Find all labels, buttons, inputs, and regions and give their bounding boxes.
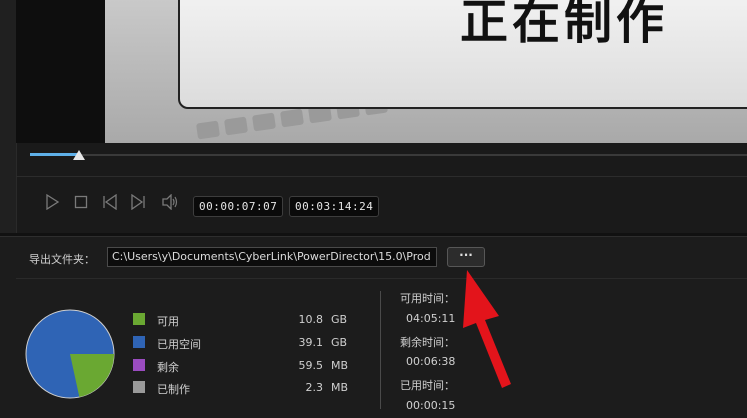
next-frame-icon[interactable]	[128, 193, 148, 214]
film-hole	[195, 120, 221, 140]
divider	[16, 176, 747, 177]
red-arrow-annotation	[463, 270, 511, 388]
preview-letterbox	[16, 0, 105, 143]
legend-value-used: 39.1	[298, 336, 324, 349]
legend-swatch-produced	[133, 381, 145, 393]
elapsed-time-label: 已用时间：	[400, 379, 455, 392]
divider	[16, 278, 747, 279]
timeline-scrubber[interactable]	[30, 154, 747, 156]
scrubber-handle[interactable]	[73, 150, 85, 160]
available-time-label: 可用时间：	[400, 292, 455, 305]
film-hole	[223, 116, 249, 136]
left-edge-strip	[0, 0, 17, 233]
export-folder-label: 导出文件夹：	[29, 253, 95, 266]
legend-label-used: 已用空间	[157, 338, 201, 351]
legend-unit-remaining: MB	[331, 359, 349, 372]
legend-swatch-used	[133, 336, 145, 348]
remaining-time-label: 剩余时间：	[400, 336, 455, 349]
film-hole	[251, 112, 277, 132]
total-time-display: 00:03:14:24	[289, 196, 380, 217]
legend-value-produced: 2.3	[305, 381, 324, 394]
legend-label-available: 可用	[157, 315, 179, 328]
video-preview: 正在制作	[105, 0, 747, 143]
legend-unit-used: GB	[331, 336, 348, 349]
elapsed-time-value: 00:00:15	[406, 399, 456, 412]
legend-label-remaining: 剩余	[157, 361, 179, 374]
stop-icon[interactable]	[71, 194, 91, 214]
film-hole	[279, 108, 305, 128]
previous-frame-icon[interactable]	[100, 193, 120, 214]
preview-title-text: 正在制作	[460, 0, 669, 50]
remaining-time-value: 00:06:38	[406, 355, 456, 368]
legend-swatch-available	[133, 313, 145, 325]
legend-swatch-remaining	[133, 359, 145, 371]
current-time-display: 00:00:07:07	[193, 196, 284, 217]
disk-usage-pie	[25, 309, 115, 399]
legend-value-available: 10.8	[298, 313, 324, 326]
vertical-divider	[380, 291, 381, 409]
export-path-field[interactable]: C:\Users\y\Documents\CyberLink\PowerDire…	[107, 247, 437, 267]
legend-unit-produced: MB	[331, 381, 349, 394]
play-icon[interactable]	[42, 193, 62, 214]
legend-label-produced: 已制作	[157, 383, 190, 396]
legend-value-remaining: 59.5	[298, 359, 324, 372]
browse-button[interactable]: ···	[447, 247, 485, 267]
legend-unit-available: GB	[331, 313, 348, 326]
volume-icon[interactable]	[160, 193, 180, 214]
available-time-value: 04:05:11	[406, 312, 456, 325]
